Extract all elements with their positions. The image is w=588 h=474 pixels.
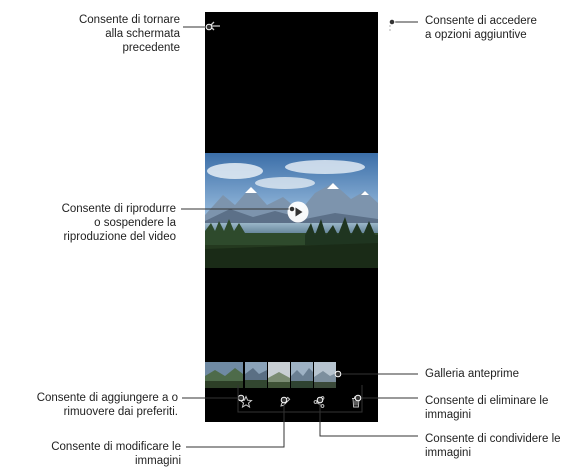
callout-gallery: Galleria anteprime	[425, 368, 519, 380]
callout-play: Consente di riprodurre o sospendere la r…	[61, 203, 176, 243]
more-vertical-icon[interactable]	[388, 20, 392, 32]
phone-screen	[205, 12, 391, 422]
trash-icon[interactable]	[349, 395, 363, 409]
thumbnail[interactable]	[291, 362, 313, 388]
callout-share: Consente di condividere le immagini	[425, 433, 561, 459]
callout-favorite: Consente di aggiungere a o rimuovere dai…	[36, 392, 178, 418]
star-icon[interactable]	[239, 395, 253, 409]
callout-back: Consente di tornare alla schermata prece…	[78, 14, 180, 54]
thumbnail[interactable]	[314, 362, 336, 388]
thumbnail[interactable]	[245, 362, 267, 388]
play-icon[interactable]	[287, 201, 309, 223]
callout-delete: Consente di eliminare le immagini	[425, 395, 549, 421]
gallery-screen-annotated: Consente di tornare alla schermata prece…	[0, 0, 588, 474]
pencil-icon[interactable]	[278, 395, 292, 409]
arrow-left-icon[interactable]	[208, 20, 222, 32]
share-icon[interactable]	[312, 395, 326, 409]
thumbnail[interactable]	[268, 362, 290, 388]
thumbnail[interactable]	[205, 362, 243, 388]
thumbnail-gallery[interactable]	[205, 362, 378, 390]
callout-edit: Consente di modificare le immagini	[51, 441, 181, 467]
callout-more: Consente di accedere a opzioni aggiuntiv…	[425, 15, 537, 41]
